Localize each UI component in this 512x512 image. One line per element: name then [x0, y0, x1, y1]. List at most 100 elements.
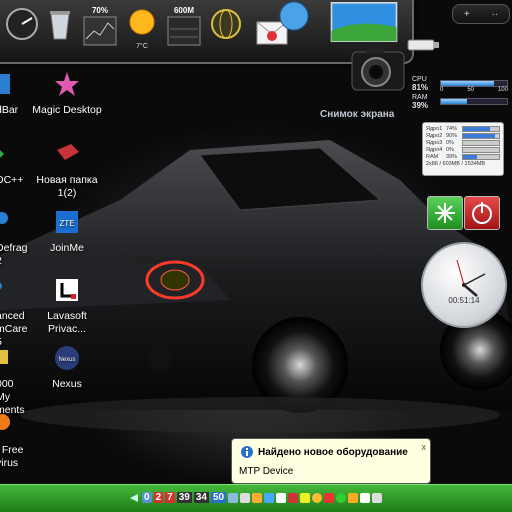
desktop-icon-lavasoft[interactable]: Lavasoft Privac... [32, 276, 102, 336]
network-icon[interactable] [228, 492, 239, 503]
desktop-icon-my-documents[interactable]: 000 My ments [0, 344, 30, 417]
desktop-icon-defrag[interactable]: Defrag 2 [0, 208, 30, 268]
more-gadgets-button[interactable]: ·· [491, 9, 498, 20]
nexus-icon: Nexus [55, 346, 79, 370]
desktop-icon-label: DC++ [0, 174, 24, 186]
core-value: 0% [446, 139, 454, 146]
tray-counter[interactable]: 34 [193, 492, 209, 503]
tray-arrow-icon[interactable] [128, 492, 140, 504]
dock-cpu-meter[interactable]: 70% [80, 6, 120, 54]
gauge-icon [6, 8, 38, 40]
globe-icon [211, 9, 241, 39]
cpu-tick: 50 [467, 87, 474, 93]
desktop-icon-magic-desktop[interactable]: Magic Desktop [32, 70, 102, 117]
desktop-icon-nexus[interactable]: Nexus Nexus [32, 344, 102, 391]
tray-counter[interactable]: 0 [142, 492, 152, 503]
core-name: Ядро4 [426, 146, 443, 153]
desktop-icon-advanced-systemcare[interactable]: anced mCare 5 [0, 276, 30, 349]
recycle-bin-icon [50, 11, 70, 40]
desktop-icon-dcpp[interactable]: DC++ [0, 140, 30, 187]
shield-icon[interactable] [312, 492, 323, 503]
browser-globe-icon [279, 1, 309, 31]
sun-icon [129, 9, 155, 35]
battery-icon[interactable] [348, 492, 359, 503]
monitor-icon[interactable] [240, 492, 251, 503]
wallpaper-preview-icon [330, 2, 398, 42]
desktop-icon-label: Nexus [52, 378, 82, 390]
desktop-icon-label: Новая папка 1(2) [36, 174, 98, 199]
dock-gauge[interactable] [2, 6, 42, 54]
red-book-icon [57, 144, 79, 160]
core-name: Ядро1 [426, 125, 443, 132]
desktop-icon-joinme[interactable]: ZTE JoinMe [32, 208, 102, 255]
magic-star-icon [55, 72, 79, 96]
core-bar-fill [463, 154, 478, 159]
display-icon[interactable] [276, 492, 287, 503]
cpu-meter-value: 70% [91, 6, 108, 15]
svg-text:ZTE: ZTE [59, 219, 74, 228]
dock-memory-meter[interactable]: 600M [164, 6, 204, 54]
lavasoft-icon [56, 279, 78, 301]
cpu-tick: 100 [497, 87, 508, 93]
cpu-scale: 0 50 100 [440, 87, 508, 93]
desktop-icon-label: Magic Desktop [32, 104, 102, 116]
tray-counter[interactable]: 50 [210, 492, 227, 503]
core-value: 39% [446, 153, 458, 160]
camera-icon[interactable] [346, 38, 410, 100]
desktop-icon-label: Defrag 2 [0, 242, 28, 267]
tray-counter[interactable]: 7 [165, 492, 175, 503]
folder-icon[interactable] [252, 492, 263, 503]
memory-meter-value: 600M [173, 6, 194, 15]
tray-counter[interactable]: 39 [176, 492, 192, 503]
core-row: Ядро4 0% [426, 146, 500, 153]
language-icon[interactable] [372, 492, 383, 503]
desktop-icon-avast[interactable]: ! Free virus [0, 410, 30, 470]
chat-icon[interactable] [300, 492, 311, 503]
power-icon [472, 202, 492, 224]
desktop-icon-label: Lavasoft Privac... [47, 310, 87, 335]
weather-value: 7°C [136, 43, 148, 50]
desktop-icon-label: ! Free virus [0, 444, 24, 469]
refresh-button[interactable] [427, 196, 463, 230]
dock-network-globe[interactable] [206, 6, 246, 54]
speaker-icon[interactable] [360, 492, 371, 503]
core-row: Ядро2 90% [426, 132, 500, 139]
systemcare-icon [0, 282, 2, 290]
clock-gadget: 00:51:14 [421, 242, 507, 328]
dbar-icon [0, 74, 10, 94]
shutdown-button[interactable] [464, 196, 500, 230]
screenshot-label: Снимок экрана [320, 109, 395, 120]
memory-meter-icon [167, 16, 201, 46]
dock-browser[interactable] [274, 0, 314, 46]
dock-weather[interactable]: 7°C [122, 6, 162, 54]
sparkle-icon [435, 203, 455, 223]
notification-close-button[interactable]: x [422, 442, 427, 452]
tray-counter[interactable]: 2 [153, 492, 164, 503]
desktop-icon-dbar[interactable]: dBar [0, 70, 30, 117]
core-row: Ядро3 0% [426, 139, 500, 146]
update-icon[interactable] [336, 492, 347, 503]
keyboard-icon[interactable] [264, 492, 275, 503]
core-row: Ядро1 74% [426, 125, 500, 132]
usb-drive-icon[interactable] [406, 36, 440, 54]
cpu-tick: 0 [440, 87, 444, 93]
zte-icon: ZTE [56, 211, 78, 233]
cpu-value: 81% [412, 83, 429, 92]
cpu-ram-gadget: CPU 81% 0 50 100 RAM 39% [412, 76, 508, 110]
dock-recycle-bin[interactable] [40, 6, 80, 54]
new-hardware-notification[interactable]: Найдено новое оборудование MTP Device x [231, 438, 431, 484]
notification-title: Найдено новое оборудование [258, 447, 408, 458]
core-value: 74% [446, 125, 458, 132]
flag-icon[interactable] [288, 492, 299, 503]
core-name: Ядро3 [426, 139, 443, 146]
desktop-icon-new-folder[interactable]: Новая папка 1(2) [32, 140, 102, 200]
antivirus-icon[interactable] [324, 492, 335, 503]
core-bar [462, 146, 500, 153]
svg-text:Nexus: Nexus [58, 357, 75, 363]
core-bar-fill [463, 126, 490, 131]
add-gadget-button[interactable]: + [464, 9, 470, 20]
core-bar [462, 139, 500, 146]
core-name: Ядро2 [426, 132, 443, 139]
clock-face-icon [456, 259, 486, 297]
ram-bar [440, 98, 508, 105]
